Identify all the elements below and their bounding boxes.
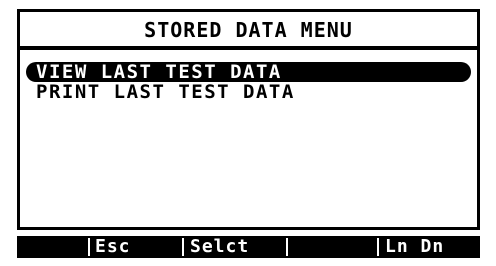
lcd-screen: STORED DATA MENU VIEW LAST TEST DATA PRI… (0, 0, 496, 266)
line-down-softkey[interactable]: Ln Dn (385, 236, 444, 258)
menu-item-print-last-test-data[interactable]: PRINT LAST TEST DATA (26, 82, 471, 102)
menu-title: STORED DATA MENU (144, 18, 353, 42)
softkey-divider (377, 238, 379, 256)
select-softkey[interactable]: Selct (190, 236, 249, 258)
menu-item-view-last-test-data[interactable]: VIEW LAST TEST DATA (26, 62, 471, 82)
menu-list: VIEW LAST TEST DATA PRINT LAST TEST DATA (26, 62, 471, 102)
softkey-divider (182, 238, 184, 256)
title-divider (20, 46, 477, 50)
esc-softkey[interactable]: Esc (95, 236, 131, 258)
menu-window: STORED DATA MENU VIEW LAST TEST DATA PRI… (17, 9, 480, 230)
softkey-divider (88, 238, 90, 256)
softkey-divider (286, 238, 288, 256)
softkey-bar: Esc Selct Ln Dn (17, 236, 480, 258)
